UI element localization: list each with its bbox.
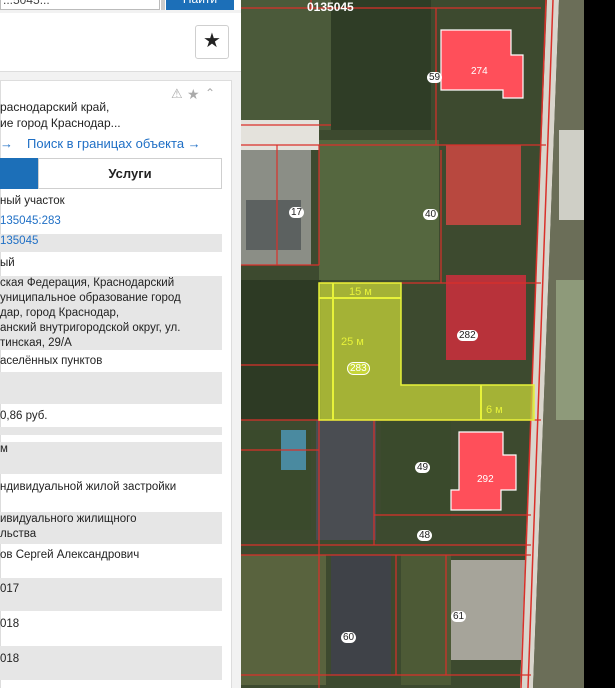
vegetation-patch — [241, 280, 321, 420]
red-roof — [446, 275, 526, 360]
field-part: льства — [0, 528, 37, 540]
field-value — [0, 372, 222, 404]
roadside-lawn — [556, 280, 584, 420]
dimension-15m: 15 м — [349, 286, 372, 298]
address-part: дар, город Краснодар, — [0, 307, 120, 319]
left-panel: ...5045... Найти ★ ⚠ ★ ⌃ раснодарский кр… — [0, 0, 241, 688]
owner-name: ов Сергей Александрович — [0, 549, 140, 561]
date-value: 017 — [0, 583, 20, 595]
parcel-label: 282 — [457, 330, 478, 341]
parcel-label: 60 — [341, 632, 357, 643]
field-value: аселённых пунктов — [0, 355, 103, 367]
object-address: раснодарский край, ие город Краснодар... — [0, 99, 121, 131]
red-roof — [446, 145, 521, 225]
field-value — [0, 427, 222, 435]
favorite-star-icon[interactable]: ★ — [195, 25, 229, 59]
cadastral-number-link[interactable]: 135045:283 — [0, 214, 222, 229]
parcel-label: 48 — [417, 530, 433, 541]
date-field: 018 — [0, 646, 222, 680]
vegetation-patch — [401, 555, 451, 685]
field-value: ый — [0, 257, 15, 269]
cadastral-block-link[interactable]: 135045 — [0, 234, 222, 252]
tab-services[interactable]: Услуги — [38, 158, 222, 189]
search-input[interactable]: ...5045... — [0, 0, 160, 10]
star-icon[interactable]: ★ — [187, 86, 200, 103]
address-part: ская Федерация, Краснодарский — [0, 277, 175, 289]
warning-icon[interactable]: ⚠ — [171, 86, 183, 102]
roadside-pavement — [559, 130, 584, 220]
tab-info[interactable] — [0, 158, 38, 189]
field-value: ный участок — [0, 195, 65, 207]
lawn-area — [319, 140, 439, 280]
date-value: 018 — [0, 618, 20, 630]
block-label: 0135045 — [307, 0, 354, 14]
map-view[interactable]: 0135045 59 274 17 40 282 283 49 292 48 6… — [241, 0, 584, 688]
chevron-up-icon[interactable]: ⌃ — [205, 86, 215, 100]
grey-roof — [451, 560, 526, 660]
find-button[interactable]: Найти — [166, 0, 234, 10]
date-field: 017 — [0, 578, 222, 611]
search-in-bounds-link[interactable]: Поиск в границах объекта → — [27, 136, 201, 151]
vegetation-patch — [241, 0, 331, 130]
dimension-25m: 25 м — [341, 336, 364, 348]
cadastral-value: 0,86 руб. — [0, 410, 48, 422]
address-part: униципальное образование город — [0, 292, 181, 304]
permitted-use: ндивидуальной жилой застройки — [0, 481, 177, 493]
address-line: раснодарский край, — [0, 100, 110, 114]
vegetation-patch — [241, 555, 326, 685]
nav-arrow-link[interactable]: → — [0, 136, 13, 151]
address-field: ская Федерация, Краснодарский униципальн… — [0, 276, 222, 350]
parcel-283-label[interactable]: 283 — [347, 362, 370, 375]
building-label: 292 — [477, 474, 494, 485]
search-dropdown-button[interactable] — [161, 0, 165, 10]
address-part: анский внутригородской округ, ул. — [0, 322, 181, 334]
field-part: ивидуального жилищного — [0, 513, 137, 525]
grey-roof — [316, 420, 376, 540]
parcel-label: 49 — [415, 462, 431, 473]
building-274 — [440, 29, 524, 99]
field-value: ивидуального жилищного льства — [0, 512, 222, 544]
address-line: ие город Краснодар... — [0, 116, 121, 130]
right-border — [584, 0, 615, 688]
parcel-label: 17 — [289, 207, 305, 218]
grey-roof — [331, 555, 391, 675]
building-label: 274 — [471, 66, 488, 77]
vegetation-patch — [331, 0, 431, 130]
address-part: тинская, 29/А — [0, 337, 72, 349]
field-value: м — [0, 442, 222, 474]
parcel-label: 61 — [451, 611, 467, 622]
parcel-label: 40 — [423, 209, 439, 220]
date-value: 018 — [0, 653, 20, 665]
dimension-6m: 6 м — [486, 404, 503, 416]
map-canvas — [241, 0, 584, 688]
parcel-label: 59 — [427, 72, 443, 83]
